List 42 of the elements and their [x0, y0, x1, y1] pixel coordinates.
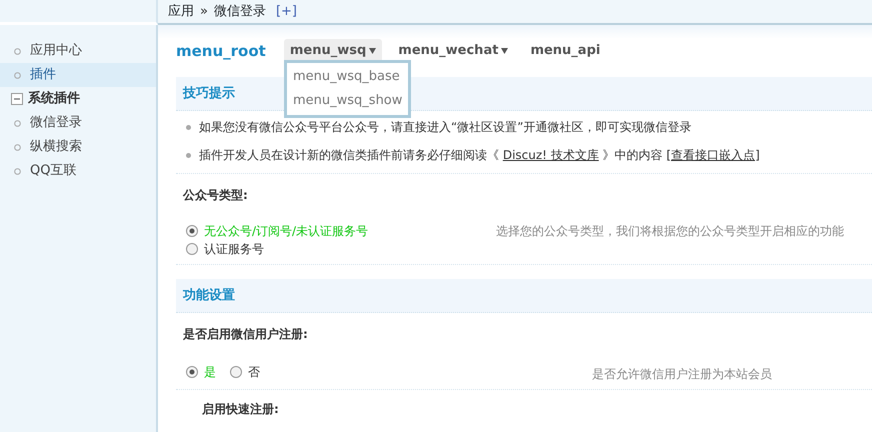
bullet-icon: [14, 120, 21, 126]
setting-label: 公众号类型:: [182, 187, 249, 204]
bullet-icon: [14, 72, 21, 78]
tip-text: 插件开发人员在设计新的微信类插件前请务必仔细阅读《 Discuz! 技术文库 》中的内容 [查看接口嵌入点]: [199, 147, 760, 164]
hint-text: 选择您的公众号类型，我们将根据您的公众号类型开启相应的功能: [496, 223, 844, 240]
menu-tab[interactable]: menu_wechat: [392, 39, 514, 63]
option-label: 认证服务号: [204, 241, 264, 258]
sidebar-group-title: 系统插件: [28, 90, 80, 108]
bullet-icon: [186, 152, 191, 158]
sidebar-item[interactable]: 应用中心: [0, 39, 156, 63]
menu-tab[interactable]: menu_api: [524, 39, 606, 63]
setting-label: 是否启用微信用户注册:: [182, 326, 309, 343]
radio-button[interactable]: [186, 225, 198, 237]
bullet-icon: [14, 168, 21, 174]
bullet-icon: [14, 48, 21, 54]
bullet-icon: [186, 124, 191, 130]
radio-button[interactable]: [186, 243, 198, 255]
dropdown-item[interactable]: menu_wsq_base: [293, 65, 402, 89]
link[interactable]: Discuz! 技术文库: [502, 148, 599, 162]
option-label: 是: [204, 364, 216, 381]
sidebar-item[interactable]: 微信登录: [0, 111, 156, 135]
option-label: 无公众号/订阅号/未认证服务号: [204, 223, 368, 240]
dropdown-item[interactable]: menu_wsq_show: [293, 89, 402, 113]
breadcrumb-link[interactable]: 应用: [168, 2, 194, 22]
hint-text: 是否允许微信用户注册为本站会员: [591, 366, 772, 383]
section-title: 功能设置: [183, 286, 235, 305]
add-shortcut-link[interactable]: [+]: [276, 2, 298, 22]
radio-button[interactable]: [186, 366, 198, 378]
breadcrumb-separator: »: [200, 2, 208, 21]
tip-text: 如果您没有微信公众号平台公众号，请直接进入“微社区设置”开通微社区，即可实现微信登录: [199, 119, 692, 136]
menu-root-link[interactable]: menu_root: [176, 40, 266, 62]
sidebar-item[interactable]: QQ互联: [0, 159, 156, 183]
collapse-icon[interactable]: [11, 93, 23, 105]
sidebar-item[interactable]: 纵横搜索: [0, 135, 156, 159]
breadcrumb-link[interactable]: 微信登录: [214, 2, 266, 22]
radio-button[interactable]: [230, 366, 242, 378]
section-title: 技巧提示: [183, 84, 235, 103]
option-label: 否: [248, 364, 260, 381]
sidebar-item[interactable]: 插件: [0, 63, 156, 87]
setting-label: 启用快速注册:: [202, 401, 280, 418]
link[interactable]: [查看接口嵌入点]: [666, 148, 760, 162]
bullet-icon: [14, 144, 21, 150]
